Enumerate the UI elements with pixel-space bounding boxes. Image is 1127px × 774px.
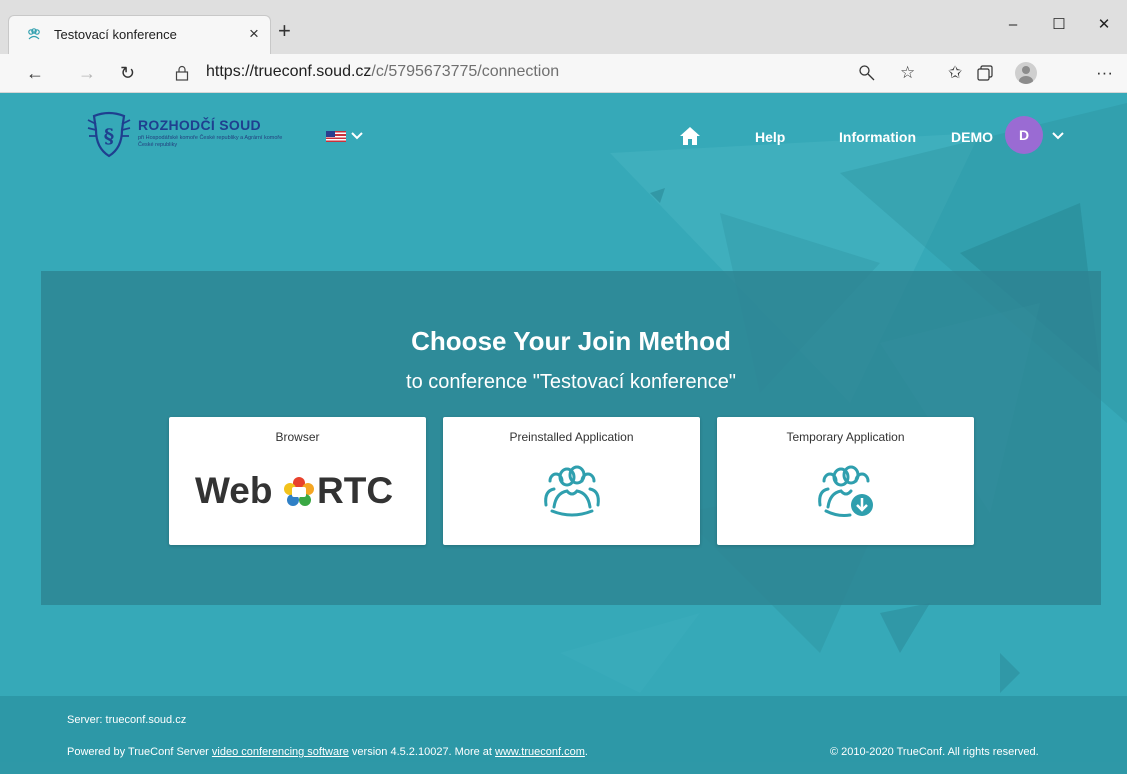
new-tab-icon[interactable]: +: [278, 19, 291, 43]
chevron-down-icon: [351, 132, 363, 140]
webrtc-logo-right: RTC: [317, 470, 394, 511]
user-avatar[interactable]: D: [1005, 116, 1043, 154]
collections-icon[interactable]: [977, 65, 993, 81]
lock-icon[interactable]: [175, 65, 189, 81]
powered-prefix: Powered by TrueConf Server: [67, 746, 212, 758]
webrtc-icon: [284, 477, 314, 506]
temporary-app-card[interactable]: Temporary Application: [717, 417, 974, 545]
home-icon[interactable]: [680, 127, 700, 145]
powered-end: .: [584, 746, 588, 758]
more-icon[interactable]: ···: [1096, 62, 1113, 84]
user-menu-chevron-icon[interactable]: [1052, 132, 1064, 140]
join-headline: Choose Your Join Method: [411, 326, 731, 356]
url-host: https://trueconf.soud.cz: [206, 63, 372, 80]
browser-join-card[interactable]: Browser Web RTC: [169, 417, 426, 545]
favorites-list-icon[interactable]: ✩: [948, 62, 962, 84]
users-download-icon: [818, 465, 873, 517]
address-input[interactable]: https://trueconf.soud.cz/c/5795673775/co…: [206, 63, 559, 81]
webrtc-logo: Web RTC: [195, 470, 405, 512]
user-name[interactable]: DEMO: [951, 129, 993, 145]
users-group-icon: [544, 465, 600, 517]
webrtc-logo-left: Web: [195, 470, 273, 511]
url-path: /c/5795673775/connection: [371, 63, 560, 80]
court-logo[interactable]: § ROZHODČÍ SOUD při Hospodářské komoře Č…: [86, 110, 286, 160]
search-icon[interactable]: [858, 64, 876, 82]
join-method-panel: Choose Your Join Method to conference "T…: [41, 271, 1101, 605]
back-icon[interactable]: ←: [26, 62, 44, 84]
nav-information-link[interactable]: Information: [839, 129, 916, 145]
footer-server: Server: trueconf.soud.cz: [67, 714, 187, 726]
join-subline: to conference "Testovací konference": [406, 371, 736, 393]
trueconf-site-link[interactable]: www.trueconf.com: [495, 746, 585, 758]
logo-title: ROZHODČÍ SOUD: [138, 117, 261, 133]
page-footer: Server: trueconf.soud.cz Powered by True…: [0, 696, 1127, 774]
us-flag-icon: [326, 131, 346, 142]
favorite-star-icon[interactable]: ☆: [900, 62, 915, 84]
footer-copyright: © 2010-2020 TrueConf. All rights reserve…: [830, 746, 1039, 758]
card-label: Temporary Application: [786, 430, 905, 444]
forward-icon[interactable]: →: [78, 62, 96, 84]
powered-version: version 4.5.2.10027. More at: [348, 746, 496, 758]
minimize-icon[interactable]: –: [990, 10, 1036, 40]
footer-powered-by: Powered by TrueConf Server video confere…: [67, 746, 588, 758]
browser-titlebar: Testovací konference × + – ☐ ✕: [0, 0, 1127, 54]
tab-title: Testovací konference: [54, 27, 177, 42]
trueconf-favicon-icon: [28, 28, 40, 40]
video-conferencing-link[interactable]: video conferencing software: [212, 746, 349, 758]
court-emblem-icon: §: [87, 111, 131, 158]
browser-tab[interactable]: Testovací konference ×: [8, 15, 271, 54]
svg-text:§: §: [104, 124, 114, 148]
refresh-icon[interactable]: ↻: [120, 62, 135, 84]
browser-addressbar: ← → ↻ https://trueconf.soud.cz/c/5795673…: [0, 54, 1127, 93]
window-close-icon[interactable]: ✕: [1081, 10, 1127, 40]
maximize-icon[interactable]: ☐: [1036, 10, 1082, 40]
language-selector[interactable]: [326, 129, 370, 143]
tab-close-icon[interactable]: ×: [249, 24, 259, 44]
logo-subtitle: při Hospodářské komoře České republiky a…: [138, 135, 283, 148]
card-label: Preinstalled Application: [509, 430, 634, 444]
card-label: Browser: [275, 430, 320, 444]
profile-icon[interactable]: [1015, 62, 1037, 84]
conference-page: § ROZHODČÍ SOUD při Hospodářské komoře Č…: [0, 93, 1127, 774]
nav-help-link[interactable]: Help: [755, 129, 785, 145]
preinstalled-app-card[interactable]: Preinstalled Application: [443, 417, 700, 545]
